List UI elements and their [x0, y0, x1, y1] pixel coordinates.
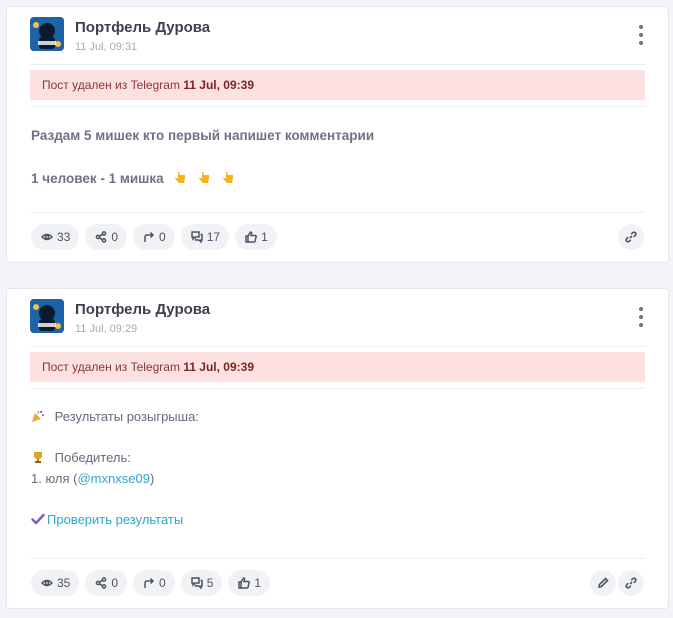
views-stat[interactable]: 33	[31, 224, 80, 250]
dot-icon	[639, 307, 643, 311]
post-text: 1 человек - 1 мишка	[31, 171, 164, 186]
post-time: 11 Jul, 09:31	[75, 41, 138, 53]
deleted-alert: Пост удален из Telegram 11 Jul, 09:39	[30, 70, 645, 100]
post-stats: 33 0 0 17 1	[31, 224, 277, 250]
trophy-icon	[34, 452, 42, 463]
share-icon	[96, 577, 107, 589]
deleted-label: Пост удален из Telegram	[42, 78, 184, 92]
reactions-count: 1	[254, 576, 262, 590]
post-stats: 35 0 0 5 1	[31, 570, 271, 596]
check-results-line: Проверить результаты	[31, 512, 644, 527]
views-count: 35	[57, 576, 71, 590]
channel-avatar[interactable]	[30, 299, 64, 333]
point-down-icon	[223, 172, 233, 183]
post-header: Портфель Дурова 11 Jul, 09:31	[30, 17, 668, 57]
comments-stat[interactable]: 5	[180, 570, 223, 596]
winner-handle-link[interactable]: @mxnxse09	[77, 471, 149, 486]
dot-icon	[639, 323, 643, 327]
channel-name[interactable]: Портфель Дурова	[75, 301, 210, 318]
views-count: 33	[57, 230, 71, 244]
comments-count: 5	[206, 576, 214, 590]
forwards-count: 0	[159, 230, 166, 244]
shares-stat[interactable]: 0	[85, 224, 128, 250]
post-card: Портфель Дурова 11 Jul, 09:31 Пост удале…	[6, 6, 669, 263]
edit-button[interactable]	[590, 570, 616, 596]
reactions-stat[interactable]: 1	[235, 224, 277, 250]
results-title-line: Результаты розыгрыша:	[31, 409, 644, 424]
link-icon	[625, 231, 637, 243]
divider	[30, 388, 645, 389]
divider	[30, 212, 645, 213]
deleted-time: 11 Jul, 09:39	[183, 360, 254, 374]
shares-count: 0	[111, 230, 119, 244]
channel-name[interactable]: Портфель Дурова	[75, 19, 210, 36]
comments-icon	[190, 577, 203, 589]
party-popper-icon	[32, 410, 44, 422]
reactions-stat[interactable]: 1	[228, 570, 271, 596]
post-card: Портфель Дурова 11 Jul, 09:29 Пост удале…	[6, 288, 669, 609]
more-options-button[interactable]	[634, 25, 648, 45]
channel-avatar[interactable]	[30, 17, 64, 51]
forward-icon	[144, 231, 155, 242]
winner-line: 1. юля (@mxnxse09)	[31, 471, 644, 486]
copy-link-button[interactable]	[618, 570, 644, 596]
emoji-group	[173, 171, 241, 186]
copy-link-button[interactable]	[618, 224, 644, 250]
eye-icon	[41, 579, 53, 587]
winner-label: Победитель:	[54, 450, 131, 465]
shares-stat[interactable]: 0	[85, 570, 128, 596]
dot-icon	[639, 33, 643, 37]
link-icon	[625, 577, 637, 589]
deleted-label: Пост удален из Telegram	[42, 360, 184, 374]
pencil-icon	[597, 577, 609, 589]
eye-icon	[41, 233, 53, 241]
post-text-line: 1 человек - 1 мишка	[31, 171, 644, 186]
dot-icon	[639, 41, 643, 45]
forwards-stat[interactable]: 0	[133, 224, 175, 250]
post-header: Портфель Дурова 11 Jul, 09:29	[30, 299, 668, 339]
results-title: Результаты розыгрыша:	[54, 409, 199, 424]
point-down-icon	[199, 172, 210, 183]
post-text-line: Раздам 5 мишек кто первый напишет коммен…	[31, 128, 375, 143]
check-mark-icon	[31, 513, 45, 525]
comments-icon	[190, 231, 203, 243]
divider	[30, 558, 645, 559]
divider	[30, 346, 645, 347]
reactions-count: 1	[261, 230, 268, 244]
post-content: Раздам 5 мишек кто первый напишет коммен…	[31, 128, 644, 186]
deleted-time: 11 Jul, 09:39	[183, 78, 254, 92]
divider	[30, 64, 645, 65]
thumbs-up-icon	[245, 231, 258, 243]
thumbs-up-icon	[238, 577, 251, 589]
winner-prefix: 1. юля (	[31, 471, 78, 486]
forwards-count: 0	[159, 576, 166, 590]
views-stat[interactable]: 35	[31, 570, 80, 596]
post-time: 11 Jul, 09:29	[75, 323, 138, 335]
point-down-icon	[175, 172, 186, 183]
comments-count: 17	[206, 230, 221, 244]
divider	[30, 106, 645, 107]
dot-icon	[639, 315, 643, 319]
more-options-button[interactable]	[634, 307, 648, 327]
dot-icon	[639, 25, 643, 29]
winner-label-line: Победитель:	[31, 450, 644, 465]
winner-suffix: )	[149, 471, 155, 486]
shares-count: 0	[111, 576, 119, 590]
deleted-alert: Пост удален из Telegram 11 Jul, 09:39	[30, 352, 645, 382]
post-content: Результаты розыгрыша: Победитель: 1. юля…	[31, 409, 644, 527]
check-results-link[interactable]: Проверить результаты	[47, 512, 183, 527]
comments-stat[interactable]: 17	[180, 224, 230, 250]
share-icon	[96, 231, 107, 243]
forwards-stat[interactable]: 0	[133, 570, 175, 596]
forward-icon	[144, 577, 155, 588]
